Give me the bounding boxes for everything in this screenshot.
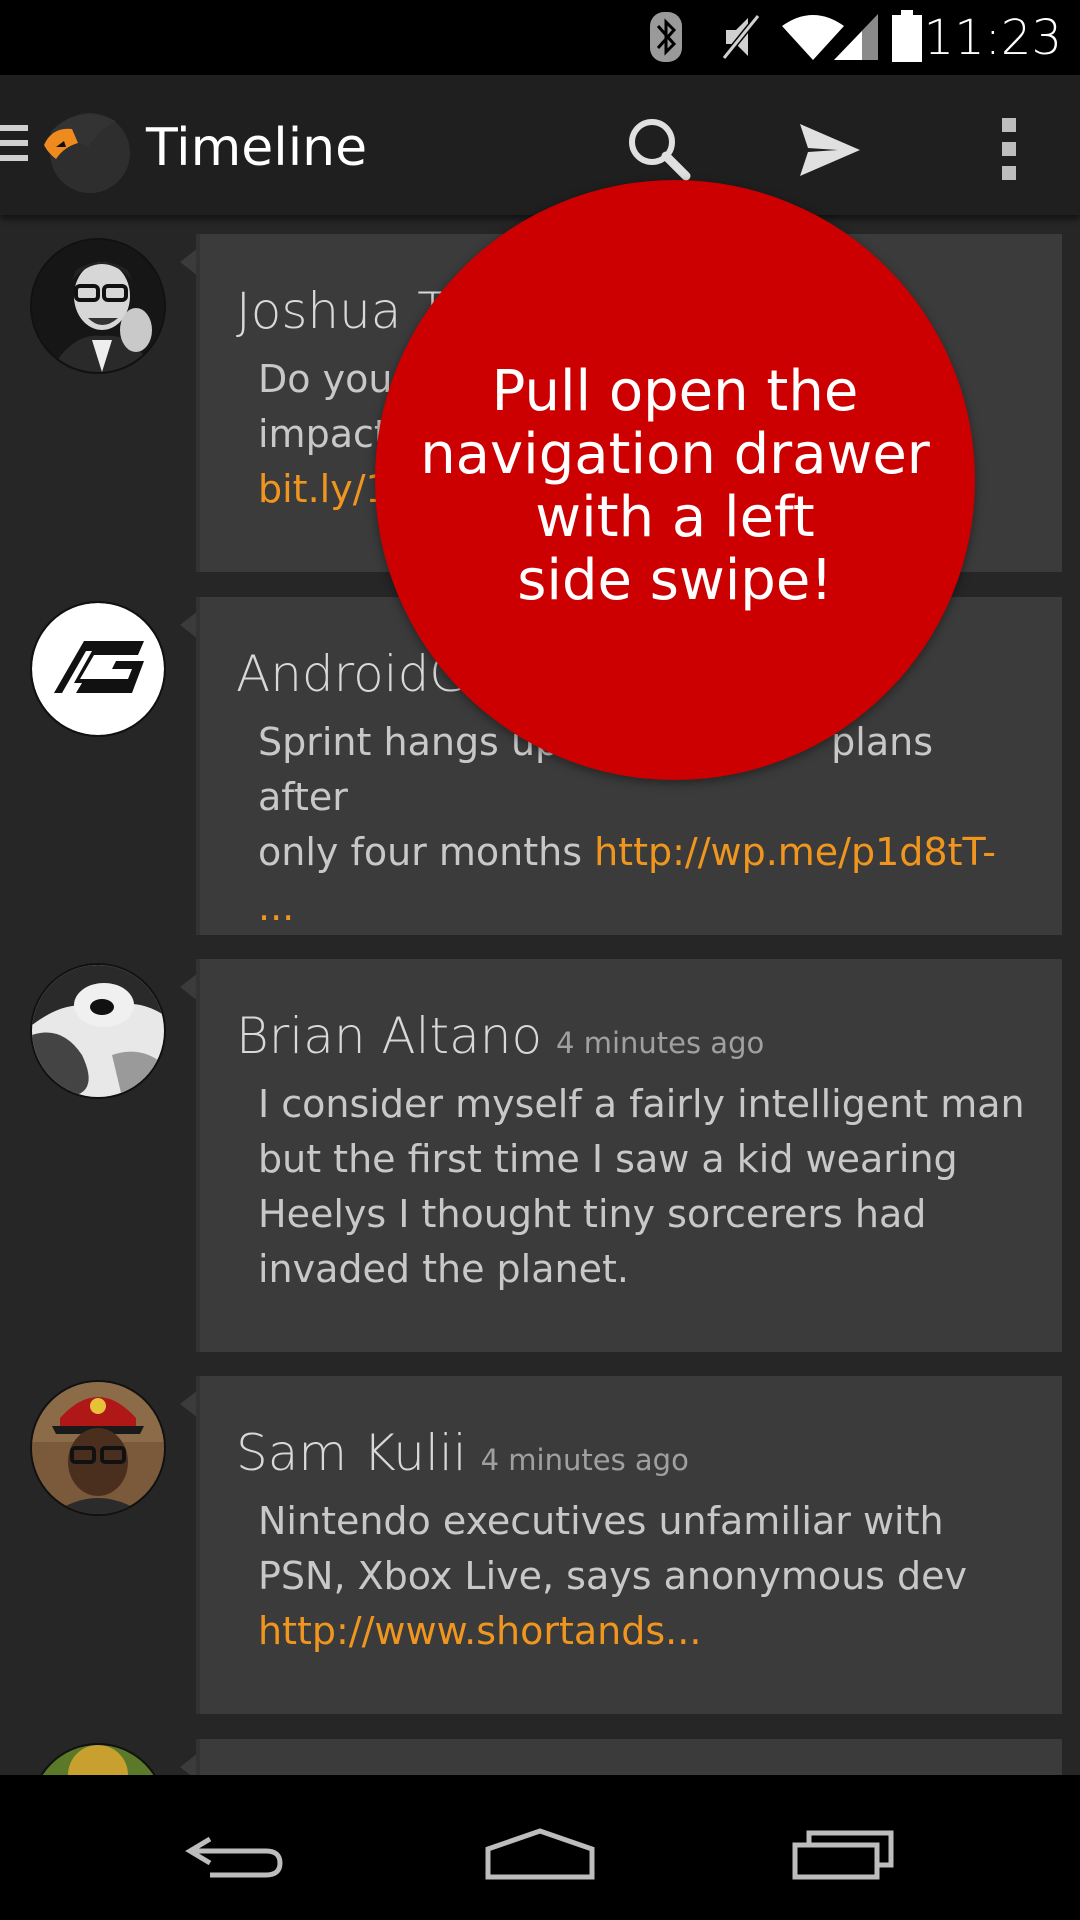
tweet-text-line: only four months (258, 830, 595, 874)
send-icon[interactable] (790, 110, 870, 190)
tweet-link[interactable]: http://www.shortands... (258, 1609, 701, 1653)
tweet-link-ellipsis[interactable]: ... (258, 885, 294, 929)
screen: 11:23 Timeline Joshua T Do you impact bi… (0, 0, 1080, 1920)
tweet-author[interactable]: Sam Kulii (236, 1424, 467, 1482)
tweet-card[interactable]: Sam Kulii 4 minutes ago Nintendo executiv… (196, 1376, 1062, 1714)
tweet-text-body: Nintendo executives unfamiliar with PSN,… (258, 1499, 968, 1598)
action-bar: Timeline (0, 75, 1080, 215)
status-time: 11:23 (923, 10, 1062, 66)
back-icon[interactable] (170, 1805, 310, 1895)
bluetooth-icon (650, 12, 682, 62)
overflow-menu-icon[interactable] (970, 110, 1050, 190)
status-bar: 11:23 (0, 0, 1080, 75)
home-icon[interactable] (470, 1805, 610, 1895)
tweet-item[interactable] (0, 1739, 1080, 1775)
tweet-author[interactable]: Brian Altano (236, 1007, 542, 1065)
tweet-item[interactable]: Brian Altano 4 minutes ago I consider mys… (0, 959, 1080, 1373)
tweet-link[interactable]: http://wp.me/p1d8tT- (594, 830, 996, 874)
tweet-text: I consider myself a fairly intelligent m… (258, 1082, 1025, 1291)
swipe-hint-bubble[interactable]: Pull open the navigation drawer with a l… (375, 180, 975, 780)
recent-apps-icon[interactable] (775, 1805, 915, 1895)
search-icon[interactable] (620, 110, 700, 190)
avatar[interactable] (30, 601, 166, 737)
tweet-link[interactable]: bit.ly/1 (258, 467, 390, 511)
tweet-text-line: Do you (258, 357, 393, 401)
page-title: Timeline (146, 118, 368, 178)
mute-icon (721, 14, 761, 60)
signal-icon (834, 14, 878, 60)
avatar[interactable] (30, 1380, 166, 1516)
system-nav-bar (0, 1775, 1080, 1920)
avatar[interactable] (30, 238, 166, 374)
tweet-card[interactable] (196, 1739, 1062, 1775)
tweet-item[interactable]: Sam Kulii 4 minutes ago Nintendo executiv… (0, 1376, 1080, 1720)
tweet-header: Brian Altano 4 minutes ago (236, 1007, 764, 1065)
tweet-card[interactable]: Brian Altano 4 minutes ago I consider mys… (196, 959, 1062, 1352)
avatar[interactable] (30, 963, 166, 1099)
tweet-text-line: impact (258, 412, 389, 456)
avatar[interactable] (30, 1743, 166, 1775)
tweet-header: Sam Kulii 4 minutes ago (236, 1424, 689, 1482)
swipe-hint-text: Pull open the navigation drawer with a l… (420, 359, 930, 613)
drawer-indicator-icon[interactable] (0, 125, 30, 173)
tweet-timestamp: 4 minutes ago (480, 1443, 689, 1477)
tweet-timestamp: 4 minutes ago (556, 1026, 765, 1060)
battery-icon (892, 10, 922, 62)
tweet-text: Nintendo executives unfamiliar with PSN,… (258, 1494, 1028, 1659)
app-logo-eagle-icon[interactable] (30, 103, 134, 195)
